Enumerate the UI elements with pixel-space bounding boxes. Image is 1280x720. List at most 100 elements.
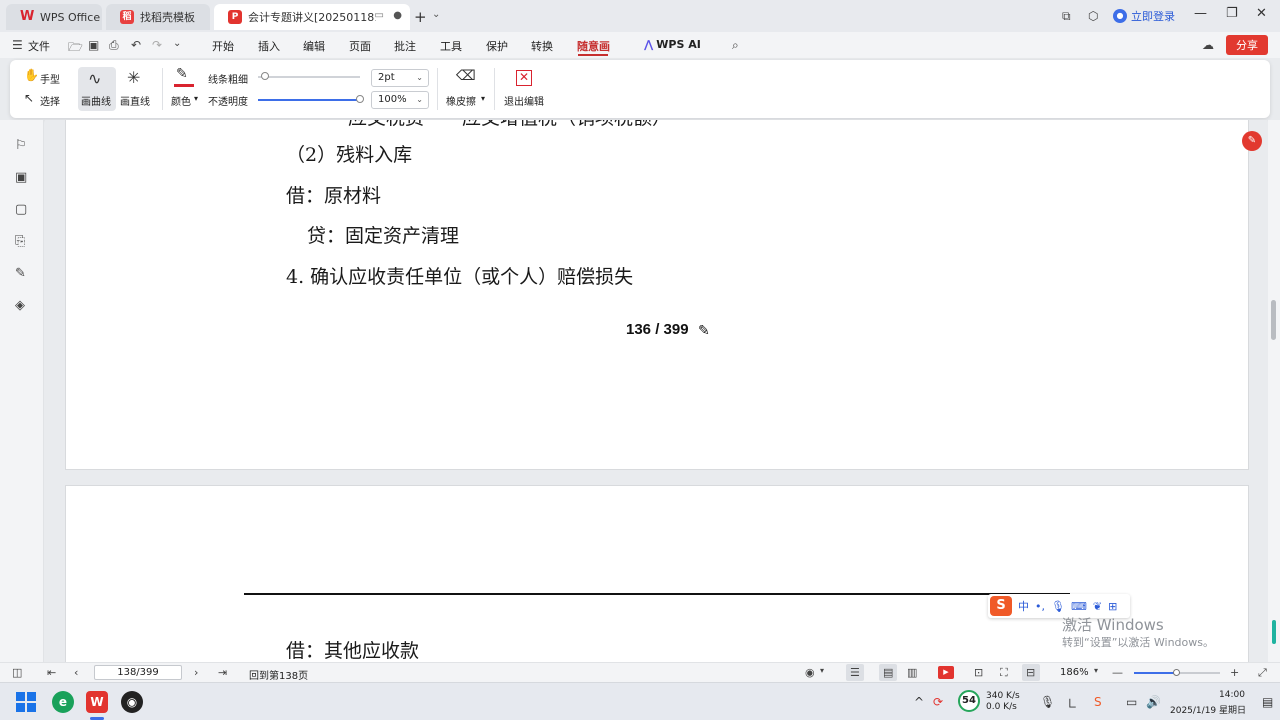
notification-icon[interactable]: ▤ <box>1262 695 1273 709</box>
cloud-upload-icon[interactable]: ☁ <box>1202 38 1214 52</box>
menu-home[interactable]: 开始 <box>212 38 234 54</box>
zoom-level[interactable]: 186% <box>1060 667 1089 678</box>
menu-page[interactable]: 页面 <box>349 38 371 54</box>
minimize-icon[interactable]: — <box>1194 6 1207 21</box>
search-icon[interactable]: ⌕ <box>732 38 739 53</box>
zoom-out-icon[interactable]: — <box>1112 666 1123 679</box>
chevron-down-icon[interactable]: ▾ <box>194 94 198 103</box>
menu-annotate[interactable]: 批注 <box>394 38 416 54</box>
layers-icon[interactable]: ◈ <box>15 298 25 313</box>
chevron-down-icon[interactable]: ⌄ <box>173 38 181 49</box>
chevron-up-icon[interactable]: ^ <box>914 695 924 709</box>
wps-ai-button[interactable]: ⋀ WPS AI <box>644 38 701 51</box>
color-label[interactable]: 颜色 <box>171 93 191 108</box>
volume-icon[interactable]: 🔊 <box>1146 695 1161 709</box>
bookmark-icon[interactable]: ⚐ <box>15 138 27 153</box>
menu-file[interactable]: 文件 <box>28 38 50 54</box>
ime-language-icon[interactable]: ㇗ <box>1066 695 1078 712</box>
clock-time[interactable]: 14:00 <box>1219 690 1245 700</box>
attachment-icon[interactable]: ⎘ <box>15 234 25 249</box>
scrollbar-thumb[interactable] <box>1271 300 1276 340</box>
signature-pen-icon[interactable]: ✎ <box>15 266 26 281</box>
menu-convert[interactable]: 转换 <box>531 38 553 54</box>
print-icon[interactable]: ⎙ <box>109 38 119 53</box>
draw-line-label[interactable]: 画直线 <box>120 93 150 108</box>
select-arrow-icon[interactable]: ↖ <box>24 91 34 105</box>
new-tab-icon[interactable]: + <box>414 8 427 26</box>
page-number-input[interactable]: 138/399 <box>94 665 182 680</box>
zoom-slider-knob[interactable] <box>1173 669 1180 676</box>
pen-color-icon[interactable]: ✎ <box>176 66 188 82</box>
single-page-view-icon[interactable]: ☰ <box>850 666 860 679</box>
hand-tool-label[interactable]: 手型 <box>40 71 60 86</box>
continuous-view-icon[interactable]: ▤ <box>883 666 893 679</box>
tab-document[interactable]: P 会计专题讲义[20250118173 ▭ ● <box>214 4 410 30</box>
select-tool-label[interactable]: 选择 <box>40 93 60 108</box>
thickness-slider-track[interactable] <box>258 76 360 78</box>
tab-template-store[interactable]: 稻 找稻壳模板 <box>106 4 210 30</box>
share-button[interactable]: 分享 <box>1226 35 1268 55</box>
exit-edit-label[interactable]: 退出编辑 <box>504 93 544 108</box>
eraser-label[interactable]: 橡皮擦 <box>446 93 476 108</box>
sync-icon[interactable]: ⟳ <box>933 695 943 709</box>
first-page-icon[interactable]: ⇤ <box>47 666 56 679</box>
ime-mode[interactable]: 中 <box>1018 598 1029 614</box>
grid-menu-icon[interactable]: ⊞ <box>1108 600 1117 613</box>
fit-width-icon[interactable]: ⊡ <box>974 666 983 679</box>
chevron-down-icon[interactable]: ▾ <box>1094 666 1098 675</box>
window-layout-icon[interactable]: ⧉ <box>1062 9 1071 24</box>
menu-tools[interactable]: 工具 <box>440 38 462 54</box>
chevron-down-icon[interactable]: ⌄ <box>432 9 440 20</box>
document-viewport[interactable]: 应交税费——应交增值税（销项税额） （2）残料入库 借：原材料 贷：固定资产清理… <box>45 120 1267 662</box>
display-icon[interactable]: ▭ <box>1126 695 1137 709</box>
menu-edit[interactable]: 编辑 <box>303 38 325 54</box>
cube-icon[interactable]: ⬡ <box>1088 9 1098 23</box>
wps-app-icon[interactable]: W <box>86 691 108 713</box>
keyboard-icon[interactable]: ⌨ <box>1071 600 1087 613</box>
microphone-icon[interactable]: 🎙 <box>1051 600 1065 613</box>
redo-icon[interactable]: ↷ <box>152 38 162 52</box>
skin-icon[interactable]: ❦ <box>1093 600 1102 613</box>
close-icon[interactable]: ✕ <box>1256 6 1267 21</box>
open-folder-icon[interactable]: 🗁 <box>68 38 83 59</box>
undo-icon[interactable]: ↶ <box>131 38 141 52</box>
tab-wps-office[interactable]: W WPS Office <box>6 4 102 30</box>
vertical-scrollbar[interactable] <box>1268 120 1280 662</box>
play-slideshow-button[interactable]: ▶ <box>938 666 954 679</box>
microphone-icon[interactable]: 🎙 <box>1040 695 1055 709</box>
go-back-to-page-link[interactable]: 回到第138页 <box>249 667 308 682</box>
restore-icon[interactable]: ❐ <box>1226 6 1238 21</box>
straight-line-icon[interactable]: ✳ <box>127 68 140 87</box>
windows-start-icon[interactable] <box>15 691 37 713</box>
login-button[interactable]: ● 立即登录 <box>1113 8 1175 24</box>
hand-icon[interactable]: ✋ <box>24 68 39 82</box>
browser-app-icon[interactable]: e <box>52 691 74 713</box>
previous-page-icon[interactable]: ‹ <box>74 666 78 679</box>
thickness-select[interactable]: 2pt ⌄ <box>371 69 429 87</box>
menu-freehand-draw[interactable]: 随意画 <box>577 38 610 54</box>
tab-close-icon[interactable]: ● <box>393 10 402 21</box>
comment-icon[interactable]: ▢ <box>15 202 27 217</box>
punctuation-icon[interactable]: •, <box>1035 600 1045 613</box>
menu-protect[interactable]: 保护 <box>486 38 508 54</box>
chevron-down-icon[interactable]: ▾ <box>820 666 824 675</box>
actual-size-icon[interactable]: ⊟ <box>1026 666 1035 679</box>
cpu-usage-badge[interactable]: 54 <box>958 690 980 712</box>
sidebar-toggle-icon[interactable]: ◫ <box>12 666 22 679</box>
zoom-in-icon[interactable]: + <box>1230 666 1239 679</box>
sogou-tray-icon[interactable]: S <box>1094 695 1102 709</box>
save-icon[interactable]: ▣ <box>88 38 99 52</box>
menu-insert[interactable]: 插入 <box>258 38 280 54</box>
fullscreen-icon[interactable]: ⤢ <box>1258 666 1267 680</box>
opacity-select[interactable]: 100% ⌄ <box>371 91 429 109</box>
opacity-slider-knob[interactable] <box>356 95 364 103</box>
hamburger-menu-icon[interactable]: ☰ <box>12 38 23 52</box>
two-page-view-icon[interactable]: ▥ <box>907 666 917 679</box>
obs-app-icon[interactable]: ◉ <box>121 691 143 713</box>
thickness-slider-knob[interactable] <box>261 72 269 80</box>
last-page-icon[interactable]: ⇥ <box>218 666 227 679</box>
eye-view-icon[interactable]: ◉ <box>805 666 815 679</box>
next-page-icon[interactable]: › <box>194 666 198 679</box>
exit-edit-icon[interactable]: ✕ <box>516 70 532 86</box>
fit-page-icon[interactable]: ⛶ <box>1000 666 1008 680</box>
